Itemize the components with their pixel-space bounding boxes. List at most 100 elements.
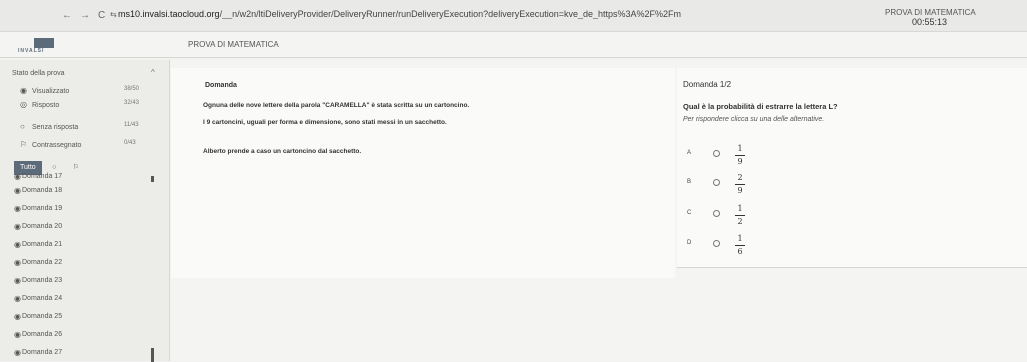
viewed-icon: ◉ — [20, 86, 27, 95]
viewed-icon: ◉ — [14, 294, 21, 303]
fraction: 12 — [735, 204, 745, 227]
viewed-icon: ◉ — [14, 172, 21, 181]
viewed-icon: ◉ — [14, 240, 21, 249]
stat-label: Contrassegnato — [32, 142, 82, 149]
viewed-icon: ◉ — [14, 330, 21, 339]
question-item-25[interactable]: ◉ Domanda 25 — [0, 308, 170, 326]
stat-label: Senza risposta — [32, 124, 79, 131]
radio-button[interactable] — [713, 210, 720, 217]
radio-button[interactable] — [713, 179, 720, 186]
viewed-icon: ◉ — [14, 258, 21, 267]
numerator: 2 — [737, 173, 743, 182]
question-item-27[interactable]: ◉ Domanda 27 — [0, 344, 170, 362]
fraction: 19 — [735, 144, 745, 167]
fraction: 16 — [735, 234, 745, 257]
fraction-bar — [735, 155, 745, 156]
question-number: Domanda 1/2 — [683, 80, 732, 89]
scrollbar-thumb[interactable] — [151, 348, 154, 362]
viewed-icon: ◉ — [14, 312, 21, 321]
denominator: 9 — [737, 157, 743, 166]
stimulus-line-3: Alberto prende a caso un cartoncino dal … — [203, 148, 362, 155]
stat-count: 32/43 — [124, 100, 140, 106]
fraction-bar — [735, 245, 745, 246]
question-item-23[interactable]: ◉ Domanda 23 — [0, 272, 170, 290]
test-status-sidebar: Stato della prova ^ ◉ Visualizzato 38/50 ◎… — [0, 60, 170, 362]
question-label: Domanda 22 — [22, 259, 63, 266]
choice-letter: B — [687, 179, 692, 185]
question-item-26[interactable]: ◉ Domanda 26 — [0, 326, 170, 344]
question-instruction: Per rispondere clicca su una delle alter… — [683, 116, 825, 123]
url-path: /__n/w2n/ltiDeliveryProvider/DeliveryRun… — [219, 9, 682, 19]
app-header: INVALSI PROVA DI MATEMATICA — [0, 32, 1027, 58]
stat-count: 0/43 — [124, 140, 136, 146]
choice-letter: D — [687, 240, 692, 246]
question-list: ◉ Domanda 17 ◉ Domanda 18 ◉ Domanda 19 ◉ Dom… — [0, 172, 170, 362]
denominator: 6 — [737, 247, 743, 256]
question-label: Domanda 18 — [22, 187, 63, 194]
stimulus-line-1: Ognuna delle nove lettere della parola "… — [203, 102, 470, 109]
exam-name: PROVA DI MATEMATICA — [188, 40, 279, 49]
url-host: ms10.invalsi.taocloud.org — [118, 9, 220, 19]
question-item-24[interactable]: ◉ Domanda 24 — [0, 290, 170, 308]
stimulus-label: Domanda — [205, 82, 237, 89]
question-label: Domanda 19 — [22, 205, 63, 212]
scroll-up-arrow[interactable] — [151, 176, 154, 182]
choice-b[interactable]: B 29 — [683, 171, 803, 197]
logo-mark — [34, 38, 54, 48]
reload-icon[interactable]: C — [98, 10, 105, 21]
choice-d[interactable]: D 16 — [683, 232, 803, 258]
stat-answered: ◎ Risposto 32/43 — [20, 100, 165, 109]
question-text: Qual è la probabilità di estrarre la let… — [683, 102, 838, 111]
answered-icon: ◎ — [20, 100, 27, 109]
question-item-18[interactable]: ◉ Domanda 18 — [0, 182, 170, 200]
viewed-icon: ◉ — [14, 222, 21, 231]
radio-button[interactable] — [713, 240, 720, 247]
stimulus-panel: Domanda Ognuna delle nove lettere della … — [171, 68, 675, 278]
address-bar[interactable]: ms10.invalsi.taocloud.org/__n/w2n/ltiDel… — [118, 9, 888, 19]
back-icon[interactable]: ← — [62, 10, 72, 21]
viewed-icon: ◉ — [14, 186, 21, 195]
question-label: Domanda 26 — [22, 331, 63, 338]
invalsi-logo: INVALSI — [18, 38, 58, 54]
question-item-21[interactable]: ◉ Domanda 21 — [0, 236, 170, 254]
numerator: 1 — [737, 144, 743, 153]
site-settings-icon[interactable]: ⇆ — [110, 10, 117, 19]
choice-c[interactable]: C 12 — [683, 202, 803, 228]
sidebar-heading: Stato della prova — [12, 70, 65, 77]
radio-button[interactable] — [713, 150, 720, 157]
numerator: 1 — [737, 204, 743, 213]
collapse-icon[interactable]: ^ — [151, 68, 155, 77]
fraction-bar — [735, 184, 745, 185]
question-item-17[interactable]: ◉ Domanda 17 — [0, 172, 170, 182]
numerator: 1 — [737, 234, 743, 243]
question-label: Domanda 20 — [22, 223, 63, 230]
question-label: Domanda 25 — [22, 313, 63, 320]
stat-count: 38/50 — [124, 86, 140, 92]
choice-letter: C — [687, 210, 692, 216]
question-label: Domanda 24 — [22, 295, 63, 302]
question-filters: Tutto ○ ⚐ — [14, 156, 85, 175]
choice-letter: A — [687, 150, 692, 156]
question-label: Domanda 21 — [22, 241, 63, 248]
forward-icon[interactable]: → — [80, 10, 90, 21]
stat-count: 11/43 — [124, 122, 139, 128]
question-item-20[interactable]: ◉ Domanda 20 — [0, 218, 170, 236]
timer: 00:55:13 — [912, 17, 948, 27]
viewed-icon: ◉ — [14, 348, 21, 357]
denominator: 9 — [737, 186, 743, 195]
viewed-icon: ◉ — [14, 204, 21, 213]
browser-toolbar: ← → C ⇆ ms10.invalsi.taocloud.org/__n/w2… — [0, 0, 1027, 32]
stat-viewed: ◉ Visualizzato 38/50 — [20, 86, 165, 95]
main-content: Domanda Ognuna delle nove lettere della … — [171, 60, 1027, 361]
question-item-19[interactable]: ◉ Domanda 19 — [0, 200, 170, 218]
question-label: Domanda 17 — [22, 173, 63, 180]
exam-title-top: PROVA DI MATEMATICA — [885, 8, 976, 17]
question-item-22[interactable]: ◉ Domanda 22 — [0, 254, 170, 272]
question-label: Domanda 27 — [22, 349, 63, 356]
choice-a[interactable]: A 19 — [683, 142, 803, 168]
stat-label: Risposto — [32, 102, 60, 109]
fraction: 29 — [735, 173, 745, 196]
viewed-icon: ◉ — [14, 276, 21, 285]
fraction-bar — [735, 215, 745, 216]
unanswered-icon: ○ — [20, 122, 25, 131]
